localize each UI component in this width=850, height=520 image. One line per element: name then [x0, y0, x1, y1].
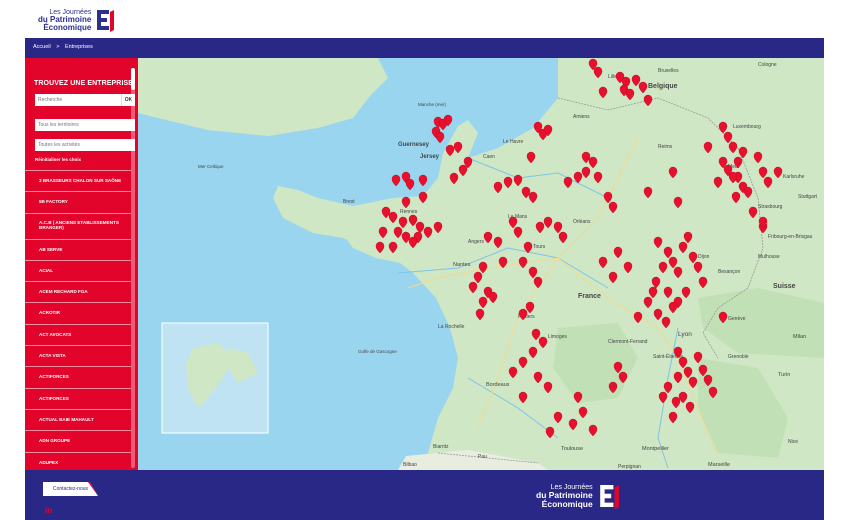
label-clermont: Clermont-Ferrand [608, 339, 648, 345]
label-bruxelles: Bruxelles [658, 68, 679, 74]
activity-select[interactable]: Toutes les activités [35, 139, 135, 151]
label-orleans: Orléans [573, 219, 591, 225]
company-list-item[interactable]: A.C.B ( ANCIENS ETABLISSEMENTS BRANGER) [25, 212, 131, 239]
label-stuttgart: Stuttgart [798, 194, 818, 200]
label-dijon: Dijon [698, 254, 710, 260]
label-bordeaux: Bordeaux [486, 382, 510, 388]
label-geneve: Genève [728, 316, 746, 322]
company-list-item[interactable]: ACTUAL BAIE MAHAULT [25, 408, 131, 430]
company-list-item[interactable]: ACEM RECHARD FGA [25, 281, 131, 302]
breadcrumb: Accueil > Entreprises [25, 38, 824, 58]
breadcrumb-current: Entreprises [65, 44, 93, 50]
label-biarritz: Biarritz [433, 444, 449, 450]
site-footer: Contactez-nous in Les Journées du Patrim… [25, 470, 824, 520]
company-list-item[interactable]: ACIAL [25, 259, 131, 281]
breadcrumb-home[interactable]: Accueil [33, 44, 51, 50]
company-search-sidebar: TROUVEZ UNE ENTREPRISE OK Tous les terri… [25, 58, 138, 470]
label-luxembourg: Luxembourg [733, 124, 761, 130]
company-list-item[interactable]: 3 BRASSEURS CHALON SUR SAÔNE [25, 170, 131, 191]
label-marseille: Marseille [708, 462, 730, 468]
guadeloupe-inset[interactable] [161, 322, 269, 434]
label-grenoble: Grenoble [728, 354, 749, 360]
label-brest: Brest [343, 199, 355, 205]
footer-logo-wordmark: Les Journées du Patrimoine Économique [536, 484, 593, 509]
label-belgique: Belgique [648, 83, 678, 90]
label-reims: Reims [658, 144, 673, 150]
company-list-item[interactable]: AB SERVE [25, 238, 131, 260]
site-logo[interactable]: Les Journées du Patrimoine Économique [38, 6, 128, 34]
contact-button-label: Contactez-nous [52, 486, 89, 492]
contact-button[interactable]: Contactez-nous [43, 482, 98, 496]
label-karlsruhe: Karlsruhe [783, 174, 805, 180]
map-land-uk [138, 58, 388, 136]
label-manche: Manche (mer) [418, 102, 447, 107]
search-row: OK [35, 94, 135, 106]
label-toulouse: Toulouse [561, 446, 583, 452]
label-turin: Turin [778, 372, 790, 378]
label-koln: Cologne [758, 62, 777, 68]
company-list: 3 BRASSEURS CHALON SUR SAÔNE 5B FACTORY … [25, 170, 131, 470]
label-pau: Pau [478, 454, 487, 460]
label-limoges: Limoges [548, 334, 567, 340]
map-pin-icon[interactable] [405, 178, 415, 191]
territory-select[interactable]: Tous les territoires [35, 119, 135, 131]
company-list-item[interactable]: ADUPEX [25, 451, 131, 470]
company-list-item[interactable]: ACTIFORCES [25, 366, 131, 387]
company-list-item[interactable]: 5B FACTORY [25, 191, 131, 212]
label-milan: Milan [793, 334, 806, 340]
company-map[interactable]: Belgique Bruxelles France Suisse Guernes… [138, 58, 824, 470]
logo-wordmark: Les Journées du Patrimoine Économique [38, 9, 91, 32]
label-besancon: Besançon [718, 269, 740, 275]
label-suisse: Suisse [773, 283, 796, 290]
label-lyon: Lyon [678, 331, 692, 338]
footer-logo-mark-icon [598, 482, 620, 510]
logo-line-3: Économique [43, 22, 92, 32]
label-tours: Tours [533, 244, 546, 250]
label-fribourg: Fribourg-en-Brisgau [768, 234, 813, 240]
map-pin-icon[interactable] [391, 174, 401, 187]
map-pin-icon[interactable] [435, 131, 445, 144]
label-amiens: Amiens [573, 114, 590, 120]
label-strasbourg: Strasbourg [758, 204, 783, 210]
footer-logo[interactable]: Les Journées du Patrimoine Économique [536, 477, 636, 515]
label-le-havre: Le Havre [503, 139, 524, 145]
logo-mark-icon [95, 8, 115, 32]
label-nice: Nice [788, 439, 798, 445]
label-mulhouse: Mulhouse [758, 254, 780, 260]
label-la-rochelle: La Rochelle [438, 324, 465, 330]
company-list-item[interactable]: ACTA VISTA [25, 345, 131, 366]
label-mer-celtique: Mer Celtique [198, 164, 224, 169]
sidebar-title: TROUVEZ UNE ENTREPRISE [34, 80, 134, 87]
map-land-brittany [273, 186, 366, 248]
sidebar-scrollbar[interactable] [131, 68, 135, 468]
site-header: Les Journées du Patrimoine Économique [0, 0, 850, 38]
label-caen: Caen [483, 154, 495, 160]
scrollbar-thumb[interactable] [131, 68, 135, 90]
reset-filters-link[interactable]: Réinitialiser les choix [35, 157, 81, 162]
company-list-item[interactable]: ACT AVOCATS [25, 323, 131, 345]
label-nantes: Nantes [453, 262, 471, 268]
company-list-item[interactable]: ACROTIR [25, 302, 131, 323]
label-bilbao: Bilbao [403, 462, 417, 468]
label-jersey: Jersey [420, 154, 440, 160]
label-montpellier: Montpellier [642, 446, 669, 452]
linkedin-icon[interactable]: in [45, 506, 52, 515]
breadcrumb-separator: > [56, 44, 60, 50]
label-france: France [578, 293, 601, 300]
label-rennes: Rennes [400, 209, 418, 215]
footer-logo-line-3: Économique [541, 498, 593, 509]
search-input[interactable] [35, 94, 121, 106]
map-canvas[interactable]: Belgique Bruxelles France Suisse Guernes… [138, 58, 824, 470]
label-lille: Lille [608, 74, 617, 80]
map-pin-icon[interactable] [418, 174, 428, 187]
label-guernesey: Guernesey [398, 142, 430, 148]
label-golfe: Golfe de Gascogne [358, 349, 397, 354]
company-list-item[interactable]: ADN GROUPE [25, 430, 131, 451]
company-list-item[interactable]: ACTIFORCES [25, 387, 131, 409]
label-angers: Angers [468, 239, 484, 245]
